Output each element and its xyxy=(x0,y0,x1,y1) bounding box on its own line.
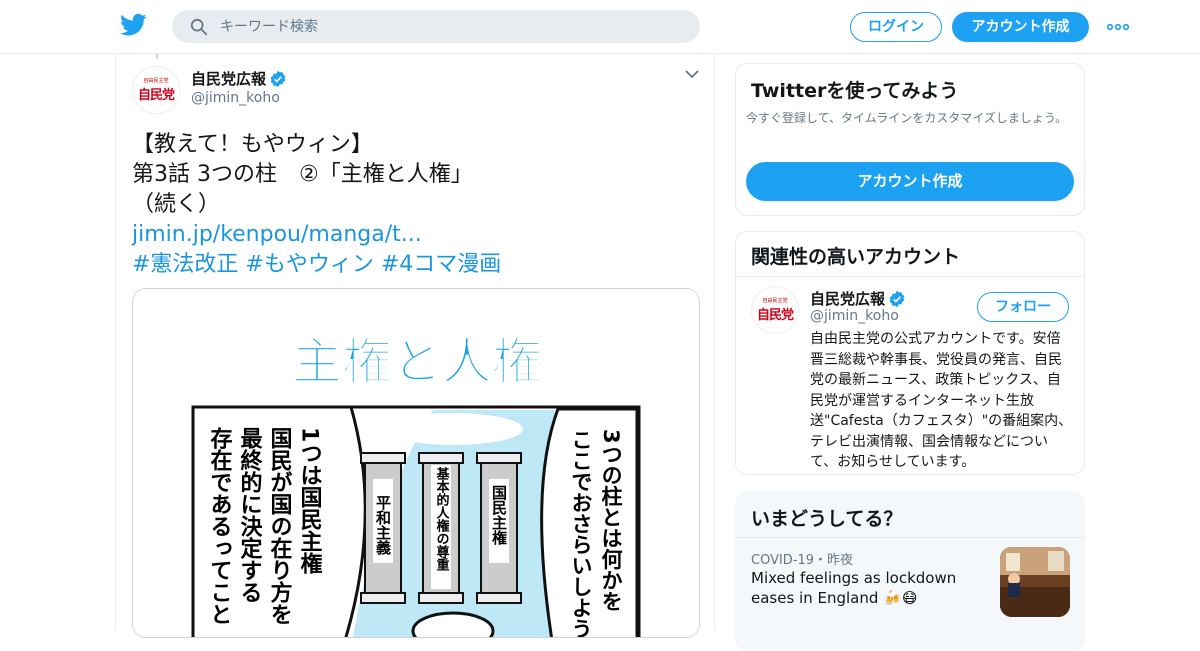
card-description: 今すぐ登録して、タイムラインをカスタマイズしましょう。 xyxy=(746,111,1068,125)
follow-button[interactable]: フォロー xyxy=(977,292,1069,322)
manga-text: 最終的に決定する xyxy=(237,427,263,603)
related-accounts-card: 関連性の高いアカウント 自由民主党 自民党 自民党広報 @jimin_koho … xyxy=(735,231,1085,475)
trend-headline[interactable]: Mixed feelings as lockdown eases in Engl… xyxy=(751,568,991,608)
avatar-text: 自民党 xyxy=(756,308,794,323)
pillar-label: 国民主権 xyxy=(490,485,508,546)
trend-thumbnail[interactable] xyxy=(1000,547,1070,617)
avatar-small-text: 自由民主党 xyxy=(143,78,169,84)
tweet-line: 【教えて！もやウィン】 xyxy=(132,132,373,157)
tweet-link[interactable]: jimin.jp/kenpou/manga/t... xyxy=(132,220,702,250)
pillar-label: 平和主義 xyxy=(374,495,392,556)
tweet-line: 第3話 3つの柱 ②「主権と人権」 xyxy=(132,162,473,187)
account-name[interactable]: 自民党広報 xyxy=(810,288,885,309)
tweet-column: 自由民主党 自民党 自民党広報 @jimin_koho 【教えて！もやウィン】 … xyxy=(115,54,715,638)
manga-text: ここでおさらいしよう xyxy=(569,429,593,638)
avatar-text: 自民党 xyxy=(137,88,175,103)
tweet-line: （続く） xyxy=(132,192,221,217)
search-box[interactable] xyxy=(172,10,700,43)
tweet-media-image[interactable]: 主権と人権 平和主義 基本的人権の尊重 国民主権 1つは国民主権 国民が国の在り… xyxy=(132,288,700,638)
manga-text: 存在であるってこと xyxy=(207,426,233,625)
card-title: いまどうしてる？ xyxy=(751,508,903,530)
tweet-hashtags[interactable]: #憲法改正 #もやウィン #4コマ漫画 xyxy=(132,250,702,280)
tweet-body: 【教えて！もやウィン】 第3話 3つの柱 ②「主権と人権」 （続く） jimin… xyxy=(132,130,702,280)
card-title: 関連性の高いアカウント xyxy=(751,246,961,268)
manga-title: 主権と人権 xyxy=(292,333,542,391)
trend-meta: COVID-19・昨夜 xyxy=(751,553,854,568)
chevron-down-icon[interactable] xyxy=(684,68,700,80)
signup-button[interactable]: アカウント作成 xyxy=(952,12,1089,42)
account-handle[interactable]: @jimin_koho xyxy=(810,308,899,324)
login-button[interactable]: ログイン xyxy=(850,12,942,42)
thread-connector xyxy=(156,54,158,59)
pillar-label: 基本的人権の尊重 xyxy=(434,466,451,572)
avatar-small-text: 自由民主党 xyxy=(762,298,788,304)
verified-badge-icon xyxy=(889,290,905,308)
account-bio: 自由民主党の公式アカウントです。安倍晋三総裁や幹事長、党役員の発言、自民党の最新… xyxy=(810,331,1073,470)
search-input[interactable] xyxy=(220,10,680,43)
avatar[interactable]: 自由民主党 自民党 xyxy=(751,286,799,334)
divider xyxy=(736,276,1084,277)
avatar[interactable]: 自由民主党 自民党 xyxy=(132,66,180,114)
trends-card: いまどうしてる？ COVID-19・昨夜 Mixed feelings as l… xyxy=(735,491,1086,651)
tweet-display-name[interactable]: 自民党広報 xyxy=(191,68,266,89)
try-twitter-card: Twitterを使ってみよう 今すぐ登録して、タイムラインをカスタマイズしましょ… xyxy=(735,63,1085,216)
card-title: Twitterを使ってみよう xyxy=(751,80,959,102)
pillar-human-rights: 基本的人権の尊重 xyxy=(418,452,464,604)
pillar-peace: 平和主義 xyxy=(360,452,406,604)
verified-badge-icon xyxy=(270,70,286,88)
manga-illustration: 主権と人権 平和主義 基本的人権の尊重 国民主権 1つは国民主権 国民が国の在り… xyxy=(133,289,699,638)
search-icon xyxy=(190,18,208,36)
signup-cta-button[interactable]: アカウント作成 xyxy=(746,162,1074,201)
manga-text: 国民が国の在り方を xyxy=(267,427,293,625)
pub-photo-image xyxy=(1000,547,1070,617)
more-options-icon[interactable] xyxy=(1107,24,1129,30)
twitter-logo-icon[interactable] xyxy=(120,13,147,37)
divider xyxy=(736,537,1086,538)
pillar-sovereignty: 国民主権 xyxy=(476,452,522,604)
manga-text: 3つの柱とは何かを xyxy=(599,429,623,612)
tweet-handle[interactable]: @jimin_koho xyxy=(191,90,280,106)
top-navigation-bar: ログイン アカウント作成 xyxy=(0,0,1200,54)
manga-text: 1つは国民主権 xyxy=(297,427,323,576)
